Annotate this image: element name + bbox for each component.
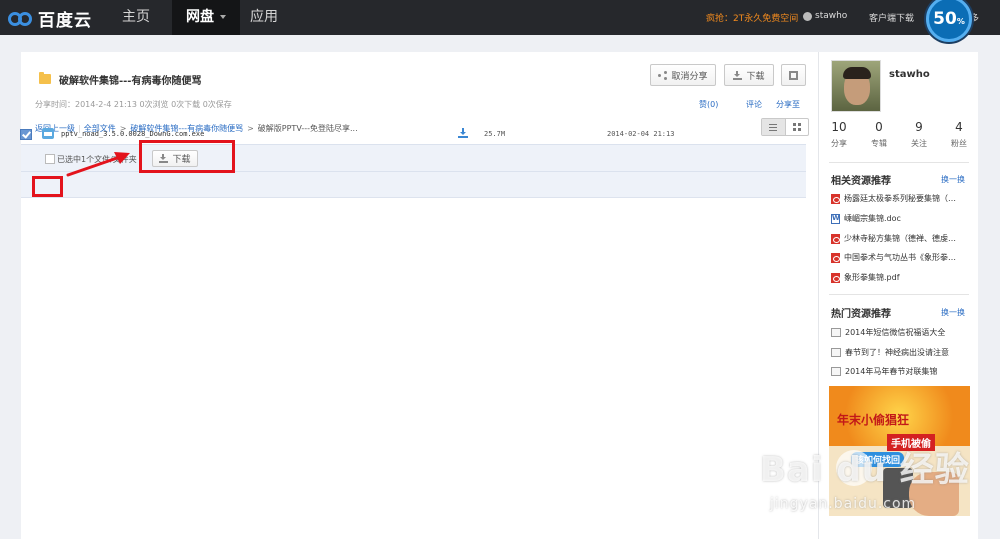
row-checkbox[interactable] [20,129,32,140]
exe-file-icon [42,128,54,139]
list-item-label: 象形拳集锦.pdf [844,273,900,282]
file-date: 2014-02-04 21:13 [607,130,675,138]
list-item[interactable]: 春节到了！神经病出没请注意 [831,347,949,358]
grid-view-button[interactable] [786,119,809,135]
share-panel: 破解软件集锦---有病毒你随便骂 取消分享 下载 分享时间：2014-2-4 2… [21,52,818,539]
stat-value: 9 [915,120,923,134]
select-all-checkbox[interactable] [45,154,55,164]
nav-apps[interactable]: 应用 [236,0,292,35]
annotation-highlight-box [139,140,235,173]
annotation-highlight-box [32,176,63,197]
related-refresh-link[interactable]: 换一换 [941,174,965,185]
list-item-label: 嵊嵋宗集锦.doc [844,214,901,223]
logo-text: 百度云 [38,10,92,31]
profile-name[interactable]: stawho [889,69,930,80]
cancel-share-label: 取消分享 [671,71,708,82]
progress-badge[interactable]: 50% [926,0,972,42]
like-button[interactable]: 赞(0) [699,99,718,110]
promo-link[interactable]: 疯抢：2T永久免费空间 [706,11,798,24]
user-avatar-icon [803,11,812,21]
divider [829,294,969,295]
avatar-hair [843,67,871,79]
share-to-menu[interactable]: 分享至 [776,99,800,110]
divider [829,162,969,163]
view-toggle [761,118,809,136]
stat-shares[interactable]: 10 分享 [819,120,859,156]
stat-fans[interactable]: 4 粉丝 [939,120,979,156]
list-item[interactable]: 2014年短信微信祝福语大全 [831,327,945,338]
cloud-logo-icon [8,8,34,28]
list-item[interactable]: 杨露廷太极拳系列秘要集锦（… [831,193,956,204]
list-item[interactable]: 象形拳集锦.pdf [831,272,900,283]
list-item-label: 2014年短信微信祝福语大全 [845,328,946,337]
text-file-icon [831,367,841,376]
annotation-arrow-icon [66,152,130,177]
list-item[interactable]: 中国拳术与气功丛书《象形拳… [831,252,956,263]
pdf-icon [831,233,840,244]
chevron-down-icon [220,15,226,19]
user-menu-name: stawho [815,11,848,21]
client-download-link[interactable]: 客户端下载 [869,11,914,24]
doc-icon [831,213,840,224]
list-item-label: 中国拳术与气功丛书《象形拳… [844,253,956,262]
qr-code-button[interactable] [781,64,806,86]
download-icon [733,70,743,80]
stat-albums[interactable]: 0 专辑 [859,120,899,156]
share-meta: 分享时间：2014-2-4 21:13 0次浏览 0次下载 0次保存 [35,100,232,109]
file-name[interactable]: pptv_noad_3.5.0.0028_DownG.com.exe [61,130,204,138]
comment-link[interactable]: 评论 [746,99,762,110]
avatar[interactable] [831,60,881,112]
nav-netdisk[interactable]: 网盘 [172,0,240,35]
share-title: 破解软件集锦---有病毒你随便骂 [59,76,202,87]
stat-label: 专辑 [871,139,887,148]
breadcrumb-current: 破解版PPTV---免登陆尽享... [257,124,358,133]
list-item-label: 少林寺秘方集锦（德禅、德虔… [844,234,956,243]
list-view-icon [769,123,778,131]
file-size: 25.7M [484,130,506,138]
profile-stats: 10 分享 0 专辑 9 关注 4 粉丝 [819,120,979,156]
baidu-cloud-logo[interactable]: 百度云 [8,6,92,31]
grid-view-icon [792,123,801,131]
hot-refresh-link[interactable]: 换一换 [941,307,965,318]
list-item-label: 杨露廷太极拳系列秘要集锦（… [844,194,956,203]
list-item[interactable]: 2014年马年春节对联集锦 [831,366,937,377]
watermark-url: jingyan.baidu.com [770,496,917,512]
text-file-icon [831,328,841,337]
stat-label: 粉丝 [951,139,967,148]
list-view-button[interactable] [762,119,786,135]
pdf-icon [831,252,840,263]
download-button[interactable]: 下载 [724,64,774,86]
progress-badge-unit: % [956,17,965,26]
share-icon [658,70,668,80]
watermark: Bai du 经验 [760,450,970,490]
nav-home[interactable]: 主页 [108,0,164,35]
list-item[interactable]: 嵊嵋宗集锦.doc [831,213,901,224]
list-item[interactable]: 少林寺秘方集锦（德禅、德虔… [831,233,956,244]
text-file-icon [831,348,841,357]
list-item-label: 2014年马年春节对联集锦 [845,367,938,376]
top-bar: 百度云 主页 网盘 应用 疯抢：2T永久免费空间 stawho 客户端下载 多 … [0,0,1000,42]
list-item-label: 春节到了！神经病出没请注意 [845,348,949,357]
pdf-icon [831,193,840,204]
progress-badge-value: 50 [933,9,957,29]
row-download-icon[interactable] [458,128,468,138]
nav-netdisk-label: 网盘 [186,9,214,25]
ad-headline: 年末小偷猖狂 [837,413,910,427]
hot-title: 热门资源推荐 [831,309,891,320]
table-row[interactable] [21,172,806,198]
folder-icon [39,72,51,84]
download-label: 下载 [746,71,765,82]
qr-code-icon [789,70,798,80]
stat-label: 关注 [911,139,927,148]
stat-value: 0 [875,120,883,134]
stat-value: 4 [955,120,963,134]
related-title: 相关资源推荐 [831,176,891,187]
breadcrumb-chevron: > [247,124,254,133]
cancel-share-button[interactable]: 取消分享 [650,64,716,86]
stat-value: 10 [831,120,847,134]
user-menu[interactable]: stawho [803,11,847,21]
stat-following[interactable]: 9 关注 [899,120,939,156]
stat-label: 分享 [831,139,847,148]
pdf-icon [831,272,840,283]
